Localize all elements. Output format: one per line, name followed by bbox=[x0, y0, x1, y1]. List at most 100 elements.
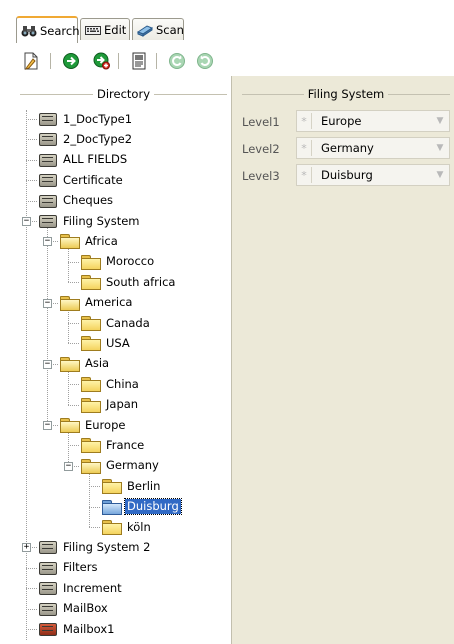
level1-value: Europe bbox=[321, 114, 362, 128]
tree-node-all-fields[interactable]: ALL FIELDS bbox=[38, 151, 129, 169]
level2-row: Level2 * Germany ▼ bbox=[242, 137, 452, 161]
folder-icon bbox=[80, 438, 101, 454]
binoculars-icon bbox=[21, 24, 37, 38]
chevron-down-icon[interactable]: ▼ bbox=[431, 111, 449, 131]
document-list-icon[interactable] bbox=[128, 50, 150, 72]
directory-title: Directory bbox=[97, 87, 151, 101]
toolbar-separator bbox=[118, 53, 119, 69]
tree-node-label: Filters bbox=[63, 560, 98, 575]
tab-edit[interactable]: Edit bbox=[80, 18, 130, 40]
filing-system-header: Filing System bbox=[242, 87, 450, 101]
tree-node-asia[interactable]: Asia bbox=[59, 355, 111, 373]
filing-cabinet-icon bbox=[38, 173, 58, 188]
filing-cabinet-icon bbox=[38, 622, 58, 636]
tree-node-2-doctype2[interactable]: 2_DocType2 bbox=[38, 130, 134, 148]
tree-node-canada[interactable]: Canada bbox=[80, 314, 152, 332]
folder-open-icon bbox=[59, 234, 80, 250]
tree-node-berlin[interactable]: Berlin bbox=[101, 477, 162, 495]
tree-node-label: köln bbox=[127, 519, 151, 534]
required-mark: * bbox=[301, 141, 307, 155]
folder-icon bbox=[80, 336, 101, 352]
filing-cabinet-icon bbox=[38, 112, 58, 126]
folder-open-icon bbox=[59, 356, 80, 372]
tree-node-label: MailBox bbox=[63, 601, 108, 616]
tree-node-certificate[interactable]: Certificate bbox=[38, 171, 125, 189]
folder-open-icon bbox=[59, 295, 80, 311]
tree-node-increment[interactable]: Increment bbox=[38, 579, 124, 597]
tree-node-mailbox1[interactable]: Mailbox1 bbox=[38, 620, 116, 638]
keyboard-icon bbox=[85, 23, 101, 37]
tree-node-label: Duisburg bbox=[124, 498, 182, 516]
folder-icon bbox=[80, 316, 101, 331]
tree-node-label: Cheques bbox=[63, 193, 114, 208]
tree-node-label: Filing System bbox=[63, 213, 140, 228]
required-mark: * bbox=[301, 114, 307, 128]
tree-node-morocco[interactable]: Morocco bbox=[80, 253, 156, 271]
tree-node-label: Certificate bbox=[63, 172, 123, 187]
refresh-icon[interactable] bbox=[166, 50, 188, 72]
tree-node-label: 2_DocType2 bbox=[63, 131, 133, 146]
tree-node-label: America bbox=[85, 295, 133, 310]
tree-node-köln[interactable]: köln bbox=[101, 518, 153, 536]
collapse-icon[interactable]: − bbox=[43, 421, 52, 430]
tree-node-filing-system-2[interactable]: Filing System 2 bbox=[38, 538, 152, 556]
tree-node-label: Germany bbox=[106, 458, 159, 473]
tree-node-france[interactable]: France bbox=[80, 436, 146, 454]
tree-node-filing-system[interactable]: Filing System bbox=[38, 212, 142, 230]
collapse-icon[interactable]: − bbox=[43, 298, 52, 308]
level1-label: Level1 bbox=[242, 115, 280, 129]
level3-value: Duisburg bbox=[321, 168, 373, 182]
level3-label: Level3 bbox=[242, 169, 280, 183]
tab-edit-label: Edit bbox=[104, 22, 127, 37]
tab-search-label: Search bbox=[40, 23, 80, 38]
tree-node-label: ALL FIELDS bbox=[63, 152, 128, 167]
collapse-icon[interactable]: − bbox=[64, 461, 73, 471]
directory-header: Directory bbox=[20, 87, 228, 101]
level1-select[interactable]: * Europe ▼ bbox=[296, 110, 450, 132]
tree-node-usa[interactable]: USA bbox=[80, 334, 132, 352]
tree-node-america[interactable]: America bbox=[59, 294, 134, 312]
tree-node-label: Europe bbox=[85, 417, 126, 432]
tree-node-label: China bbox=[106, 376, 139, 391]
tree-node-cheques[interactable]: Cheques bbox=[38, 192, 115, 210]
collapse-icon[interactable]: − bbox=[43, 359, 52, 369]
expand-icon[interactable]: + bbox=[22, 543, 31, 553]
new-document-icon[interactable] bbox=[20, 50, 42, 72]
collapse-icon[interactable]: − bbox=[22, 217, 31, 226]
level2-select[interactable]: * Germany ▼ bbox=[296, 137, 450, 159]
tree-node-label: Filing System 2 bbox=[63, 539, 151, 554]
collapse-icon[interactable]: − bbox=[43, 237, 52, 247]
tree-node-duisburg[interactable]: Duisburg bbox=[101, 498, 182, 516]
tree-node-filters[interactable]: Filters bbox=[38, 559, 99, 577]
tree-node-japan[interactable]: Japan bbox=[80, 396, 140, 414]
tree-node-label: Increment bbox=[63, 580, 122, 595]
folder-icon bbox=[80, 254, 101, 270]
tree-node-germany[interactable]: Germany bbox=[80, 457, 161, 475]
level3-select[interactable]: * Duisburg ▼ bbox=[296, 164, 450, 186]
filing-system-title: Filing System bbox=[307, 87, 385, 101]
chevron-down-icon[interactable]: ▼ bbox=[431, 138, 449, 158]
tree-node-europe[interactable]: Europe bbox=[59, 416, 127, 434]
level1-row: Level1 * Europe ▼ bbox=[242, 110, 452, 134]
toolbar bbox=[16, 42, 454, 76]
chevron-down-icon[interactable]: ▼ bbox=[431, 165, 449, 185]
tree-node-1-doctype1[interactable]: 1_DocType1 bbox=[38, 110, 134, 128]
tree-node-label: France bbox=[106, 437, 145, 452]
refresh-forward-icon[interactable] bbox=[194, 50, 216, 72]
tree-node-africa[interactable]: Africa bbox=[59, 232, 120, 250]
tab-search[interactable]: Search bbox=[16, 16, 80, 43]
tree-node-mailbox[interactable]: MailBox bbox=[38, 600, 110, 618]
tab-scan[interactable]: Scan bbox=[132, 18, 184, 40]
filing-cabinet-icon bbox=[38, 602, 58, 616]
tab-scan-label: Scan bbox=[156, 22, 184, 37]
level3-row: Level3 * Duisburg ▼ bbox=[242, 164, 452, 188]
filing-cabinet-icon bbox=[38, 540, 58, 555]
go-arrow-icon[interactable] bbox=[60, 50, 82, 72]
tree-node-label: Asia bbox=[85, 356, 110, 371]
tree-node-south-africa[interactable]: South africa bbox=[80, 273, 177, 291]
level2-label: Level2 bbox=[242, 142, 280, 156]
add-go-icon[interactable] bbox=[90, 50, 112, 72]
tree-node-china[interactable]: China bbox=[80, 375, 141, 393]
filing-cabinet-icon bbox=[38, 214, 58, 228]
folder-icon bbox=[80, 397, 101, 413]
